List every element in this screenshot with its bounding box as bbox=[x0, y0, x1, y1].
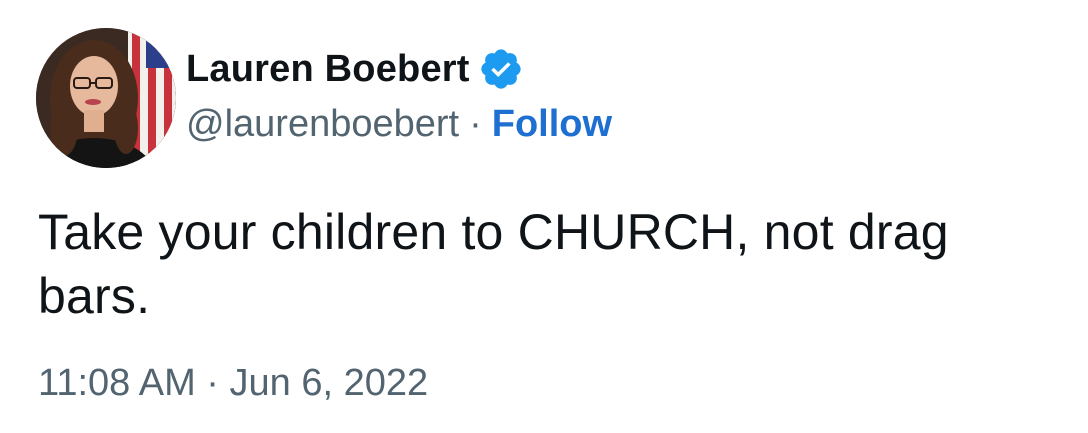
author-display-name[interactable]: Lauren Boebert bbox=[186, 48, 470, 91]
author-handle-row: @laurenboebert · Follow bbox=[186, 100, 612, 148]
tweet-card: Lauren Boebert @laurenboebert · Follow T… bbox=[0, 0, 1088, 433]
separator-dot: · bbox=[469, 102, 482, 145]
author-name-row: Lauren Boebert bbox=[186, 44, 524, 94]
avatar-photo bbox=[36, 28, 176, 168]
avatar[interactable] bbox=[36, 28, 176, 168]
author-handle[interactable]: @laurenboebert bbox=[186, 103, 459, 146]
verified-badge-icon bbox=[478, 46, 524, 92]
tweet-timestamp[interactable]: 11:08 AM · Jun 6, 2022 bbox=[38, 362, 428, 405]
follow-button[interactable]: Follow bbox=[492, 103, 612, 146]
tweet-text: Take your children to CHURCH, not drag b… bbox=[38, 204, 949, 324]
